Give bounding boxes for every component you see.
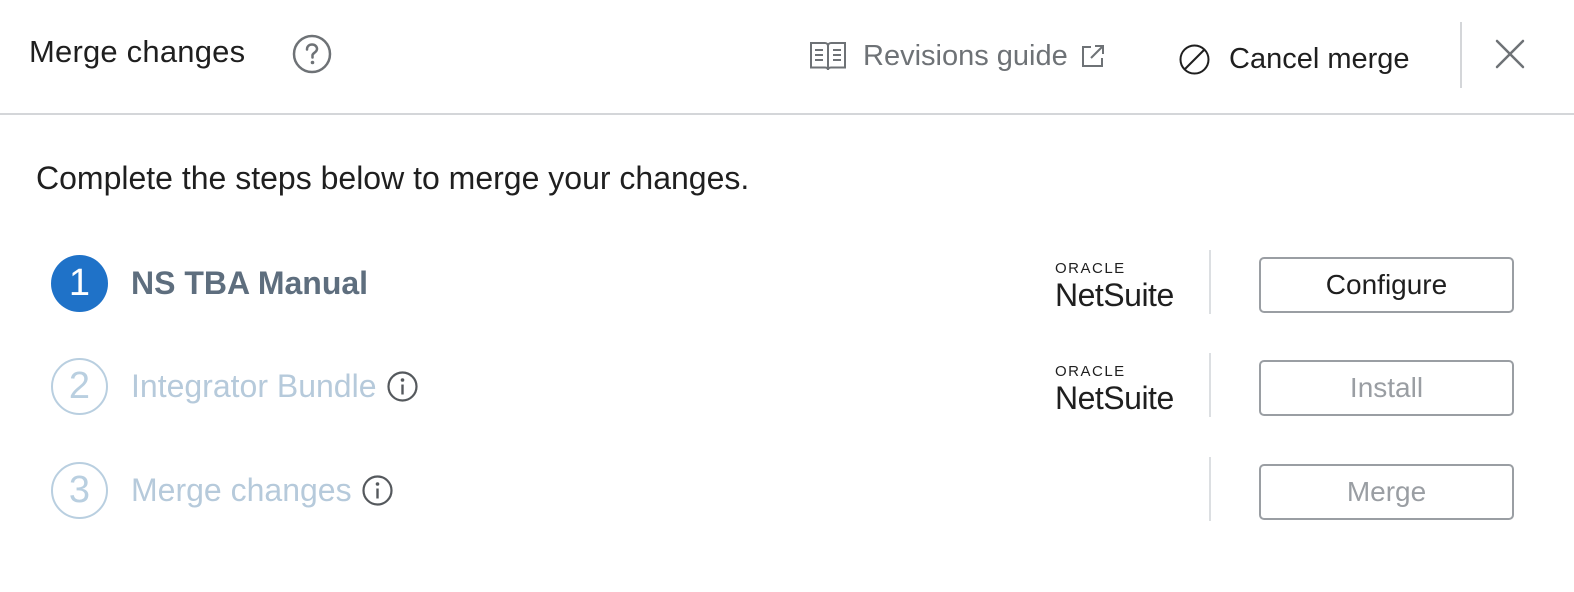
oracle-wordmark: ORACLE — [1055, 363, 1126, 380]
step-label: Merge changes — [131, 472, 394, 509]
step-3-row: 3 Merge changes Merge — [0, 457, 1574, 526]
step-divider — [1209, 353, 1211, 417]
netsuite-wordmark: NetSuite — [1055, 277, 1174, 313]
info-icon[interactable] — [361, 474, 394, 507]
oracle-wordmark: ORACLE — [1055, 260, 1126, 277]
netsuite-wordmark: NetSuite — [1055, 380, 1174, 416]
step-1-row: 1 NS TBA Manual ORACLE NetSuite Configur… — [0, 250, 1574, 319]
merge-button[interactable]: Merge — [1259, 464, 1514, 520]
step-label: Integrator Bundle — [131, 368, 419, 405]
dialog-header: Merge changes Revisions guide Cancel mer… — [0, 0, 1574, 115]
instructions-text: Complete the steps below to merge your c… — [36, 160, 750, 196]
close-icon[interactable] — [1492, 36, 1528, 72]
step-2-row: 2 Integrator Bundle ORACLE NetSuite Inst… — [0, 353, 1574, 422]
netsuite-logo: ORACLE NetSuite — [1055, 364, 1180, 414]
configure-button[interactable]: Configure — [1259, 257, 1514, 313]
revisions-guide-label: Revisions guide — [863, 39, 1068, 72]
cancel-merge-label: Cancel merge — [1229, 42, 1410, 75]
install-button[interactable]: Install — [1259, 360, 1514, 416]
ban-icon — [1179, 44, 1210, 74]
step-number-badge: 1 — [51, 255, 108, 312]
step-label-text: Merge changes — [131, 472, 352, 508]
step-label-text: NS TBA Manual — [131, 265, 369, 301]
header-divider — [1460, 22, 1462, 88]
netsuite-logo: ORACLE NetSuite — [1055, 261, 1180, 311]
step-label: NS TBA Manual — [131, 265, 368, 302]
step-number-badge: 2 — [51, 358, 108, 415]
step-divider — [1209, 457, 1211, 521]
step-label-text: Integrator Bundle — [131, 368, 377, 404]
question-circle-icon[interactable] — [292, 34, 332, 74]
cancel-merge-button[interactable]: Cancel merge — [1178, 38, 1410, 80]
dialog-title: Merge changes — [29, 34, 246, 69]
revisions-guide-link[interactable]: Revisions guide — [808, 36, 1106, 76]
info-icon[interactable] — [386, 370, 419, 403]
step-divider — [1209, 250, 1211, 314]
book-icon — [810, 42, 846, 71]
step-number-badge: 3 — [51, 462, 108, 519]
external-link-icon — [1081, 45, 1104, 67]
